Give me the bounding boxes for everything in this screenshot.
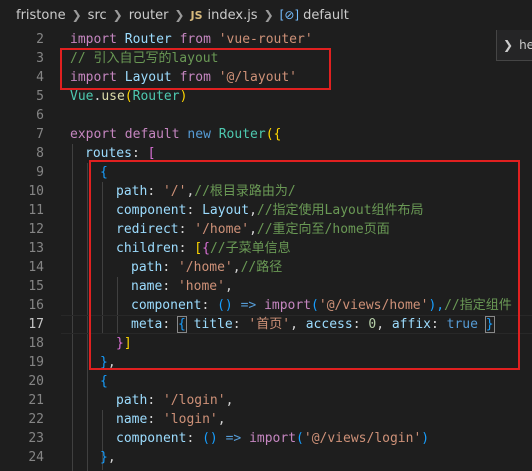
chevron-right-icon: ❯ (174, 8, 185, 22)
breadcrumb-item-symbol[interactable]: default (303, 8, 349, 23)
breadcrumb-item-file[interactable]: index.js (208, 8, 258, 23)
chevron-right-icon: ❯ (112, 8, 123, 22)
breadcrumb-item-fristone[interactable]: fristone (16, 8, 66, 23)
chevron-right-icon: ❯ (263, 8, 274, 22)
annotation-box-layout-import (60, 48, 331, 90)
line-number: 14 (28, 260, 44, 275)
line-number: 4 (36, 70, 44, 85)
line-number: 9 (36, 165, 44, 180)
code-line-2: import Router from 'vue-router' (70, 32, 313, 47)
line-number: 12 (28, 222, 44, 237)
breadcrumb: fristone ❯ src ❯ router ❯ JS index.js ❯ … (0, 0, 532, 30)
widget-label: he (519, 38, 532, 52)
code-line-20: { (100, 374, 108, 389)
code-line-7: export default new Router({ (70, 127, 282, 142)
line-number: 20 (28, 374, 44, 389)
sticky-scroll-widget[interactable]: ❯ he (496, 30, 532, 61)
indent-guide (72, 144, 73, 471)
line-number: 11 (28, 203, 44, 218)
code-line-21: path: '/login', (116, 393, 234, 408)
js-file-icon: JS (190, 8, 203, 22)
chevron-right-icon: ❯ (503, 38, 514, 52)
chevron-right-icon: ❯ (71, 8, 82, 22)
symbol-variable-icon: [⊘] (279, 8, 300, 22)
line-number: 18 (28, 336, 44, 351)
line-number: 3 (36, 51, 44, 66)
line-number: 8 (36, 146, 44, 161)
line-number-gutter: 2 3 4 5 6 7 8 9 10 11 12 13 14 15 16 17 … (0, 30, 54, 471)
line-number: 22 (28, 412, 44, 427)
line-number: 15 (28, 279, 44, 294)
line-number: 10 (28, 184, 44, 199)
line-number: 7 (36, 127, 44, 142)
breadcrumb-item-router[interactable]: router (129, 8, 169, 23)
line-number: 16 (28, 298, 44, 313)
line-number: 6 (36, 108, 44, 123)
code-line-24: }, (100, 450, 116, 465)
code-line-22: name: 'login', (116, 412, 226, 427)
line-number: 24 (28, 450, 44, 465)
annotation-box-route-config (89, 160, 520, 370)
line-number: 13 (28, 241, 44, 256)
code-line-23: component: () => import('@/views/login') (116, 431, 430, 446)
breadcrumb-item-src[interactable]: src (88, 8, 107, 23)
line-number: 2 (36, 32, 44, 47)
line-number: 5 (36, 89, 44, 104)
line-number: 19 (28, 355, 44, 370)
line-number: 23 (28, 431, 44, 446)
line-number-active: 17 (28, 317, 44, 332)
line-number: 21 (28, 393, 44, 408)
